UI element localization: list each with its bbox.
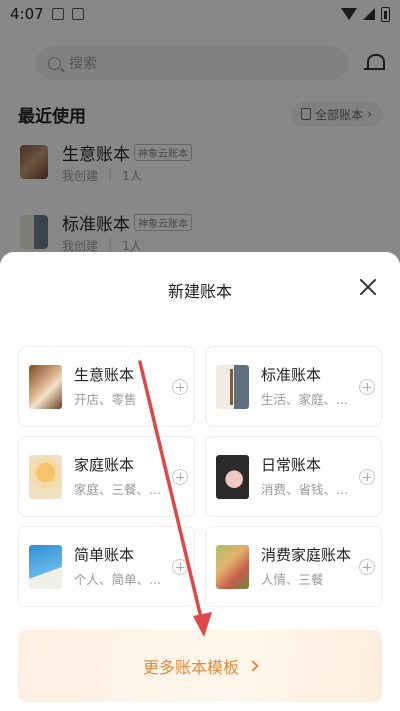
more-templates-label: 更多账本模板 bbox=[142, 658, 239, 677]
template-desc: 生活、家庭、... bbox=[261, 392, 348, 407]
add-icon[interactable] bbox=[172, 558, 188, 575]
template-cover-image bbox=[29, 544, 62, 589]
chevron-right-icon bbox=[247, 660, 259, 672]
template-grid: 生意账本 开店、零售 标准账本 生活、家庭、... 家庭账本 家庭、三餐、... bbox=[18, 346, 382, 607]
template-card-daily[interactable]: 日常账本 消费、省钱、... bbox=[205, 436, 382, 517]
template-cover-image bbox=[216, 364, 249, 409]
add-icon[interactable] bbox=[172, 378, 188, 395]
new-book-sheet: 新建账本 生意账本 开店、零售 标准账本 生活、家庭、... 家庭账本 家庭、三… bbox=[0, 252, 400, 711]
template-card-consumer-family[interactable]: 消费家庭账本 人情、三餐 bbox=[205, 526, 382, 607]
template-cover-image bbox=[216, 454, 249, 499]
template-card-standard[interactable]: 标准账本 生活、家庭、... bbox=[205, 346, 382, 427]
template-desc: 开店、零售 bbox=[74, 392, 137, 407]
template-desc: 个人、简单、... bbox=[74, 572, 161, 587]
add-icon[interactable] bbox=[359, 378, 375, 395]
template-name: 日常账本 bbox=[261, 456, 322, 474]
template-cover-image bbox=[29, 364, 62, 409]
close-icon[interactable] bbox=[358, 277, 378, 297]
template-card-simple[interactable]: 简单账本 个人、简单、... bbox=[18, 526, 195, 607]
template-desc: 家庭、三餐、... bbox=[74, 482, 161, 497]
template-card-family[interactable]: 家庭账本 家庭、三餐、... bbox=[18, 436, 195, 517]
template-name: 家庭账本 bbox=[74, 456, 135, 474]
template-name: 简单账本 bbox=[74, 546, 135, 564]
template-name: 标准账本 bbox=[261, 366, 322, 384]
template-cover-image bbox=[216, 544, 249, 589]
template-name: 生意账本 bbox=[74, 366, 135, 384]
more-templates-button[interactable]: 更多账本模板 bbox=[18, 630, 382, 702]
add-icon[interactable] bbox=[172, 468, 188, 485]
template-card-business[interactable]: 生意账本 开店、零售 bbox=[18, 346, 195, 427]
template-cover-image bbox=[29, 454, 62, 499]
add-icon[interactable] bbox=[359, 468, 375, 485]
template-desc: 人情、三餐 bbox=[261, 572, 324, 587]
template-name: 消费家庭账本 bbox=[261, 546, 352, 564]
template-desc: 消费、省钱、... bbox=[261, 482, 348, 497]
add-icon[interactable] bbox=[359, 558, 375, 575]
sheet-title: 新建账本 bbox=[167, 282, 232, 301]
